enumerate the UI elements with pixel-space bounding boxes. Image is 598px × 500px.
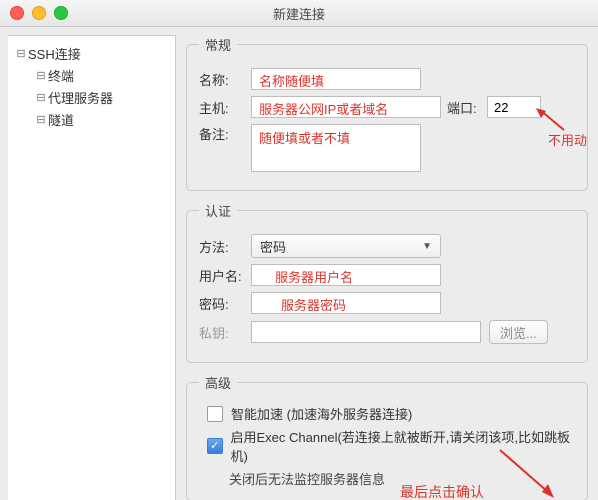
auth-legend: 认证 [199,201,237,220]
method-select[interactable]: 密码 ▼ [251,234,441,258]
chevron-down-icon: ▼ [422,241,432,252]
host-label: 主机: [199,98,251,117]
arrow-annotation-icon [498,448,568,498]
method-label: 方法: [199,237,251,256]
auth-group: 认证 方法: 密码 ▼ 用户名: 服务器用户名 密码: [186,201,588,363]
body: ⊟ SSH连接 ⊟ 终端 ⊟ 代理服务器 ⊟ 隧道 常规 名称: [0,27,598,500]
general-legend: 常规 [199,35,237,54]
disclosure-minus-icon: ⊟ [34,69,48,82]
main-panel: 常规 名称: 名称随便填 主机: 服务器公网IP或者域名 端口: [176,27,598,500]
window-title: 新建连接 [0,4,598,23]
pwd-input[interactable] [251,292,441,314]
key-input [251,321,481,343]
sidebar: ⊟ SSH连接 ⊟ 终端 ⊟ 代理服务器 ⊟ 隧道 [8,35,176,500]
pwd-label: 密码: [199,294,251,313]
accel-checkbox-row[interactable]: 智能加速 (加速海外服务器连接) [207,404,575,423]
name-label: 名称: [199,70,251,89]
name-input[interactable] [251,68,421,90]
remark-label: 备注: [199,124,251,143]
remark-input[interactable] [251,124,421,172]
sidebar-item-label: 隧道 [48,110,74,129]
advanced-legend: 高级 [199,373,237,392]
user-label: 用户名: [199,266,251,285]
disclosure-minus-icon: ⊟ [34,113,48,126]
titlebar: 新建连接 [0,0,598,27]
disclosure-minus-icon: ⊟ [34,91,48,104]
sidebar-item-proxy[interactable]: ⊟ 代理服务器 [8,86,175,108]
sidebar-item-ssh[interactable]: ⊟ SSH连接 [8,42,175,64]
port-annotation: 不用动 [548,130,587,149]
sidebar-item-label: 终端 [48,66,74,85]
minimize-icon[interactable] [32,6,46,20]
user-input[interactable] [251,264,441,286]
checkbox-unchecked-icon [207,406,223,422]
sidebar-item-tunnel[interactable]: ⊟ 隧道 [8,108,175,130]
sidebar-item-label: 代理服务器 [48,88,113,107]
port-input[interactable] [487,96,541,118]
key-label: 私钥: [199,323,251,342]
method-value: 密码 [260,237,286,256]
final-annotation: 最后点击确认 [400,482,484,500]
traffic-lights [10,6,68,20]
close-icon[interactable] [10,6,24,20]
window: 新建连接 ⊟ SSH连接 ⊟ 终端 ⊟ 代理服务器 ⊟ 隧道 常规 [0,0,598,500]
accel-label: 智能加速 (加速海外服务器连接) [231,404,412,423]
browse-button: 浏览... [489,320,548,344]
disclosure-minus-icon: ⊟ [14,47,28,60]
general-group: 常规 名称: 名称随便填 主机: 服务器公网IP或者域名 端口: [186,35,588,191]
sidebar-item-label: SSH连接 [28,44,81,63]
host-input[interactable] [251,96,441,118]
checkbox-checked-icon [207,438,223,454]
port-label: 端口: [447,98,487,117]
zoom-icon[interactable] [54,6,68,20]
sidebar-item-terminal[interactable]: ⊟ 终端 [8,64,175,86]
